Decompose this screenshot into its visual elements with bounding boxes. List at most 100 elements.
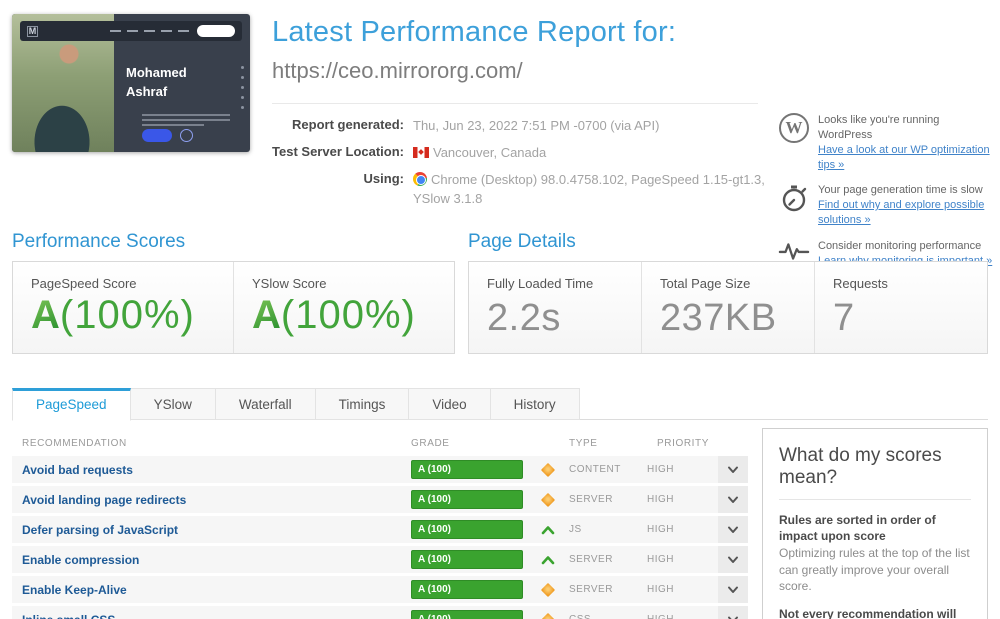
table-row: Avoid bad requests A (100) CONTENT HIGH xyxy=(12,456,748,483)
diamond-icon xyxy=(540,582,556,597)
score-label: PageSpeed Score xyxy=(31,276,137,291)
score-value: A(100%) xyxy=(31,293,195,337)
diamond-icon xyxy=(540,492,556,507)
site-screenshot-thumbnail[interactable]: M Mohamed Ashraf xyxy=(12,14,250,152)
site-title: Mohamed Ashraf xyxy=(126,65,187,99)
chevron-down-icon xyxy=(728,586,738,593)
expand-row-button[interactable] xyxy=(718,486,748,513)
scores-info-section: Rules are sorted in order of impact upon… xyxy=(779,512,971,594)
score-value: A(100%) xyxy=(252,293,416,337)
detail-cell: Requests 7 xyxy=(814,262,987,353)
type-cell: CSS xyxy=(569,614,647,619)
notices: W Looks like you're running WordPress Ha… xyxy=(778,113,994,280)
diamond-icon xyxy=(540,612,556,619)
type-cell: SERVER xyxy=(569,554,613,565)
report-meta: Report generated: Thu, Jun 23, 2022 7:51… xyxy=(272,117,777,216)
grade-badge: A (100) xyxy=(411,610,523,619)
tab-waterfall[interactable]: Waterfall xyxy=(215,388,316,420)
detail-value: 237KB xyxy=(660,297,777,339)
canada-flag-icon xyxy=(413,146,429,158)
scores-info-section-body: Optimizing rules at the top of the list … xyxy=(779,546,970,593)
grade-badge: A (100) xyxy=(411,550,523,569)
recommendation-link[interactable]: Inline small CSS xyxy=(22,613,411,619)
score-cell: PageSpeed Score A(100%) xyxy=(13,262,233,353)
expand-row-button[interactable] xyxy=(718,576,748,603)
table-row: Avoid landing page redirects A (100) SER… xyxy=(12,486,748,513)
column-header-priority: PRIORITY xyxy=(657,438,710,449)
grade-badge: A (100) xyxy=(411,490,523,509)
priority-cell: HIGH xyxy=(647,614,715,619)
score-label: YSlow Score xyxy=(252,276,327,291)
site-logo: M xyxy=(27,25,38,37)
detail-label: Total Page Size xyxy=(660,276,751,291)
notice-text: Your page generation time is slow xyxy=(818,184,983,197)
scores-info-title: What do my scores mean? xyxy=(779,445,942,488)
tab-yslow[interactable]: YSlow xyxy=(130,388,216,420)
priority-cell: HIGH xyxy=(647,524,674,535)
recommendations-table: Avoid bad requests A (100) CONTENT HIGH … xyxy=(12,456,748,619)
priority-cell: HIGH xyxy=(647,554,674,565)
meta-value: Chrome (Desktop) 98.0.4758.102, PageSpee… xyxy=(413,171,777,209)
page-details-box: Fully Loaded Time 2.2s Total Page Size 2… xyxy=(468,261,988,354)
chrome-icon xyxy=(413,171,427,186)
type-cell: CONTENT xyxy=(569,464,621,475)
expand-row-button[interactable] xyxy=(718,606,748,619)
chevron-down-icon xyxy=(728,496,738,503)
tab-bar: PageSpeed YSlow Waterfall Timings Video Histo… xyxy=(12,388,580,421)
column-header-grade: GRADE xyxy=(411,438,450,449)
tab-video[interactable]: Video xyxy=(409,388,491,420)
chevron-down-icon xyxy=(728,466,738,473)
notice-link[interactable]: Have a look at our WP optimization tips … xyxy=(818,144,990,171)
report-url: https://ceo.mirrororg.com/ xyxy=(272,58,523,83)
scores-info-section-heading: Rules are sorted in order of impact upon… xyxy=(779,513,936,544)
meta-label: Report generated: xyxy=(292,117,404,132)
chevron-down-icon xyxy=(728,526,738,533)
expand-row-button[interactable] xyxy=(718,456,748,483)
recommendation-link[interactable]: Enable compression xyxy=(22,553,411,567)
page-title: Latest Performance Report for: xyxy=(272,16,677,48)
recommendation-link[interactable]: Enable Keep-Alive xyxy=(22,583,411,597)
scores-info-panel: What do my scores mean? Rules are sorted… xyxy=(762,428,988,619)
priority-cell: HIGH xyxy=(647,494,674,505)
notice-link[interactable]: Find out why and explore possible soluti… xyxy=(818,199,984,226)
detail-cell: Total Page Size 237KB xyxy=(641,262,814,353)
tab-pagespeed[interactable]: PageSpeed xyxy=(12,388,131,421)
meta-value: Thu, Jun 23, 2022 7:51 PM -0700 (via API… xyxy=(413,117,777,136)
tab-timings[interactable]: Timings xyxy=(315,388,410,420)
meta-label: Using: xyxy=(363,170,404,186)
site-buttons xyxy=(142,129,193,142)
meta-value-text: Chrome (Desktop) 98.0.4758.102, PageSpee… xyxy=(413,171,765,206)
type-cell: SERVER xyxy=(569,584,613,595)
notice: Your page generation time is slow Find o… xyxy=(778,183,994,228)
recommendation-link[interactable]: Avoid landing page redirects xyxy=(22,493,411,507)
expand-row-button[interactable] xyxy=(718,516,748,543)
gtmetrix-report-page: M Mohamed Ashraf Latest Performance Repo… xyxy=(0,0,1000,619)
scores-info-divider xyxy=(779,499,971,500)
table-row: Defer parsing of JavaScript A (100) JS H… xyxy=(12,516,748,543)
detail-value: 7 xyxy=(833,297,855,339)
meta-row: Test Server Location: Vancouver, Canada xyxy=(272,144,777,163)
meta-row: Using: Chrome (Desktop) 98.0.4758.102, P… xyxy=(272,171,777,209)
notice-text: Looks like you're running WordPress xyxy=(818,114,940,141)
performance-scores-box: PageSpeed Score A(100%) YSlow Score A(10… xyxy=(12,261,455,354)
meta-value-text: Vancouver, Canada xyxy=(433,144,547,160)
diamond-icon xyxy=(540,462,556,477)
site-navbar: M xyxy=(20,21,242,41)
pulse-icon xyxy=(778,243,810,260)
notice-text: Consider monitoring performance xyxy=(818,239,982,252)
detail-cell: Fully Loaded Time 2.2s xyxy=(469,262,641,353)
scores-info-section-heading: Not every recommendation will apply to y… xyxy=(779,606,957,619)
tab-history[interactable]: History xyxy=(490,388,580,420)
chevron-up-icon xyxy=(541,555,555,564)
meta-value-text: Thu, Jun 23, 2022 7:51 PM -0700 (via API… xyxy=(413,118,660,133)
expand-row-button[interactable] xyxy=(718,546,748,573)
grade-badge: A (100) xyxy=(411,520,523,539)
page-details-heading: Page Details xyxy=(468,231,576,252)
table-row: Enable Keep-Alive A (100) SERVER HIGH xyxy=(12,576,748,603)
grade-badge: A (100) xyxy=(411,460,523,479)
performance-scores-heading: Performance Scores xyxy=(12,231,186,252)
recommendation-link[interactable]: Avoid bad requests xyxy=(22,463,411,477)
chevron-down-icon xyxy=(728,616,738,619)
recommendation-link[interactable]: Defer parsing of JavaScript xyxy=(22,523,411,537)
meta-label: Test Server Location: xyxy=(272,143,404,159)
